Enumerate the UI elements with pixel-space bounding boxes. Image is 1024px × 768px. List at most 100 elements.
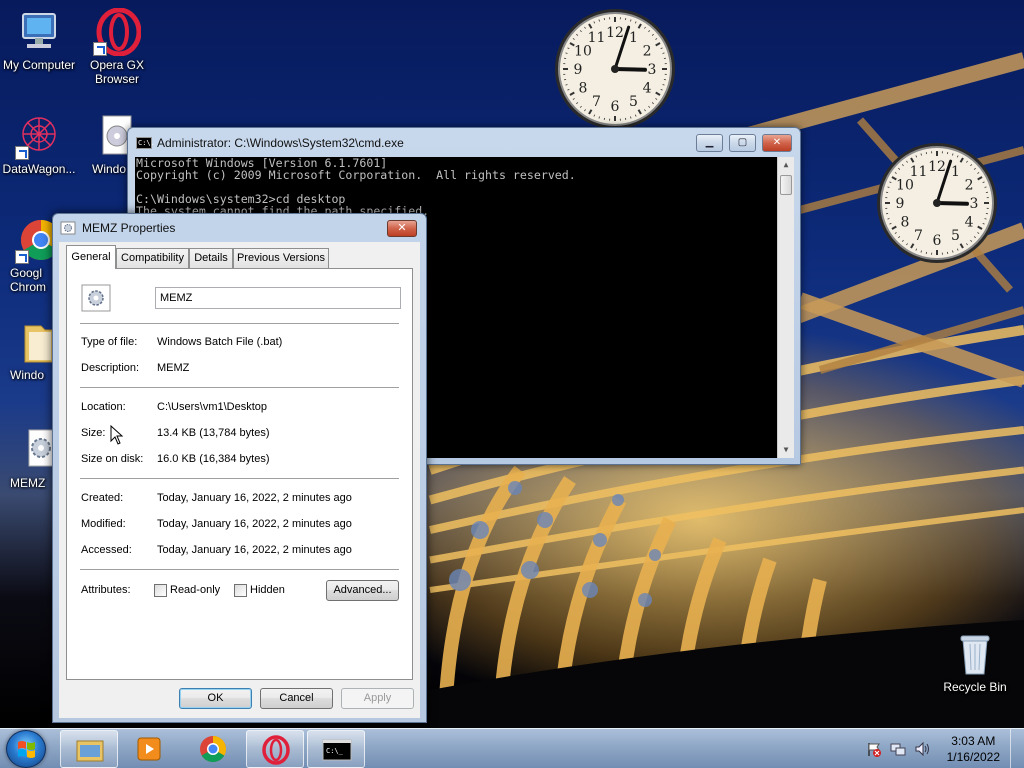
- chrome-icon: [198, 734, 228, 764]
- datawagon-icon: [15, 112, 63, 160]
- desktop-icon-opera-gx[interactable]: Opera GX Browser: [78, 7, 156, 86]
- clock-numeral: 8: [900, 215, 909, 231]
- clock-numeral: 4: [965, 215, 974, 231]
- modified-value: Today, January 16, 2022, 2 minutes ago: [157, 518, 352, 530]
- size-on-disk-label: Size on disk:: [81, 453, 144, 465]
- clock-center-pin: [611, 65, 619, 73]
- cancel-button[interactable]: Cancel: [260, 688, 333, 709]
- maximize-icon: ▢: [737, 137, 748, 148]
- clock-time: 3:03 AM: [951, 734, 996, 748]
- clock-numeral: 1: [951, 164, 960, 180]
- volume-icon[interactable]: [914, 741, 930, 757]
- apply-button[interactable]: Apply: [341, 688, 414, 709]
- desktop-icon-recycle-bin[interactable]: Recycle Bin: [936, 630, 1014, 694]
- general-tab-panel: Type of file: Windows Batch File (.bat) …: [66, 268, 413, 680]
- scroll-up-arrow-icon[interactable]: ▲: [778, 157, 794, 173]
- computer-icon: [15, 8, 63, 56]
- clock-numeral: 9: [896, 196, 905, 212]
- clock-numeral: 11: [910, 164, 928, 180]
- opera-gx-icon: [93, 7, 142, 57]
- mouse-pointer-icon: [110, 425, 124, 445]
- clock-numeral: 2: [643, 44, 652, 60]
- action-center-flag-icon[interactable]: [866, 741, 882, 757]
- hidden-checkbox[interactable]: [234, 584, 247, 597]
- read-only-checkbox[interactable]: [154, 584, 167, 597]
- minimize-button[interactable]: ▁: [696, 134, 723, 152]
- command-prompt-icon: C:\_: [322, 735, 352, 765]
- accessed-value: Today, January 16, 2022, 2 minutes ago: [157, 544, 352, 556]
- type-of-file-label: Type of file:: [81, 336, 138, 348]
- clock-numeral: 1: [629, 30, 638, 46]
- size-value: 13.4 KB (13,784 bytes): [157, 427, 270, 439]
- taskbar: C:\_ 3:03 AM 1/16/2022: [0, 728, 1024, 768]
- scroll-down-arrow-icon[interactable]: ▼: [778, 442, 794, 458]
- properties-dialog[interactable]: MEMZ Properties ✕ General Compatibility …: [52, 213, 427, 723]
- file-name-input[interactable]: [155, 287, 401, 309]
- tab-compatibility[interactable]: Compatibility: [116, 248, 189, 268]
- vertical-scrollbar[interactable]: ▲ ▼: [777, 157, 794, 458]
- desktop-icon-label: Recycle Bin: [943, 680, 1007, 694]
- windows-logo-icon: [18, 741, 35, 758]
- recycle-bin-icon: [951, 630, 999, 678]
- desktop-icon-datawagon[interactable]: DataWagon...: [0, 112, 78, 176]
- shortcut-arrow-icon: [15, 146, 29, 160]
- network-icon[interactable]: [890, 741, 906, 757]
- scroll-thumb[interactable]: [780, 175, 792, 195]
- close-button[interactable]: ✕: [762, 134, 792, 152]
- close-icon: ✕: [397, 222, 407, 234]
- desktop-icon-label: DataWagon...: [2, 162, 76, 176]
- clock-numeral: 3: [970, 196, 979, 212]
- batch-file-gear-icon: [60, 221, 76, 235]
- clock-gadget[interactable]: 12 1234567891011: [552, 6, 678, 132]
- clock-date: 1/16/2022: [946, 750, 1000, 764]
- tab-general[interactable]: General: [66, 245, 116, 269]
- show-desktop-button[interactable]: [1010, 729, 1024, 768]
- clock-numeral: 2: [965, 178, 974, 194]
- clock-numeral: 6: [933, 233, 942, 249]
- modified-label: Modified:: [81, 518, 126, 530]
- maximize-button[interactable]: ▢: [729, 134, 756, 152]
- dialog-title: MEMZ Properties: [82, 221, 176, 235]
- clock-numeral: 12: [928, 159, 946, 175]
- desktop-icon-my-computer[interactable]: My Computer: [0, 8, 78, 72]
- ok-button[interactable]: OK: [179, 688, 252, 709]
- clock-numeral: 7: [914, 228, 923, 244]
- taskbar-media-player-button[interactable]: [120, 730, 178, 768]
- read-only-label[interactable]: Read-only: [170, 584, 220, 596]
- taskbar-chrome-button[interactable]: [184, 730, 242, 768]
- clock-numeral: 6: [611, 99, 620, 115]
- hidden-label[interactable]: Hidden: [250, 584, 285, 596]
- clock-numeral: 7: [592, 94, 601, 110]
- tab-details[interactable]: Details: [189, 248, 233, 268]
- cmd-title-bar[interactable]: C:\. Administrator: C:\Windows\System32\…: [128, 128, 800, 158]
- opera-gx-icon: [261, 735, 291, 765]
- desktop-icon-label: Opera GX Browser: [89, 58, 145, 86]
- clock-numeral: 8: [578, 81, 587, 97]
- system-clock[interactable]: 3:03 AM 1/16/2022: [947, 733, 1000, 765]
- advanced-button[interactable]: Advanced...: [326, 580, 399, 601]
- cmd-window-title: Administrator: C:\Windows\System32\cmd.e…: [157, 136, 404, 150]
- clock-numeral: 12: [606, 25, 624, 41]
- divider: [80, 569, 399, 570]
- divider: [80, 387, 399, 388]
- tab-previous-versions[interactable]: Previous Versions: [233, 248, 329, 268]
- attributes-label: Attributes:: [81, 584, 131, 596]
- close-button[interactable]: ✕: [387, 220, 417, 237]
- media-player-icon: [134, 734, 164, 764]
- accessed-label: Accessed:: [81, 544, 132, 556]
- clock-hour-hand: [935, 201, 969, 206]
- size-label: Size:: [81, 427, 106, 439]
- type-of-file-value: Windows Batch File (.bat): [157, 336, 283, 348]
- clock-numeral: 5: [629, 94, 638, 110]
- start-button[interactable]: [6, 730, 46, 768]
- created-label: Created:: [81, 492, 124, 504]
- shortcut-arrow-icon: [93, 42, 107, 56]
- taskbar-explorer-button[interactable]: [60, 730, 118, 768]
- dialog-title-bar[interactable]: MEMZ Properties ✕: [53, 214, 426, 242]
- clock-numeral: 3: [648, 62, 657, 78]
- taskbar-opera-gx-button[interactable]: [246, 730, 304, 768]
- clock-center-pin: [933, 199, 941, 207]
- taskbar-cmd-button[interactable]: C:\_: [307, 730, 365, 768]
- clock-gadget[interactable]: 12 1234567891011: [874, 140, 1000, 266]
- size-on-disk-value: 16.0 KB (16,384 bytes): [157, 453, 270, 465]
